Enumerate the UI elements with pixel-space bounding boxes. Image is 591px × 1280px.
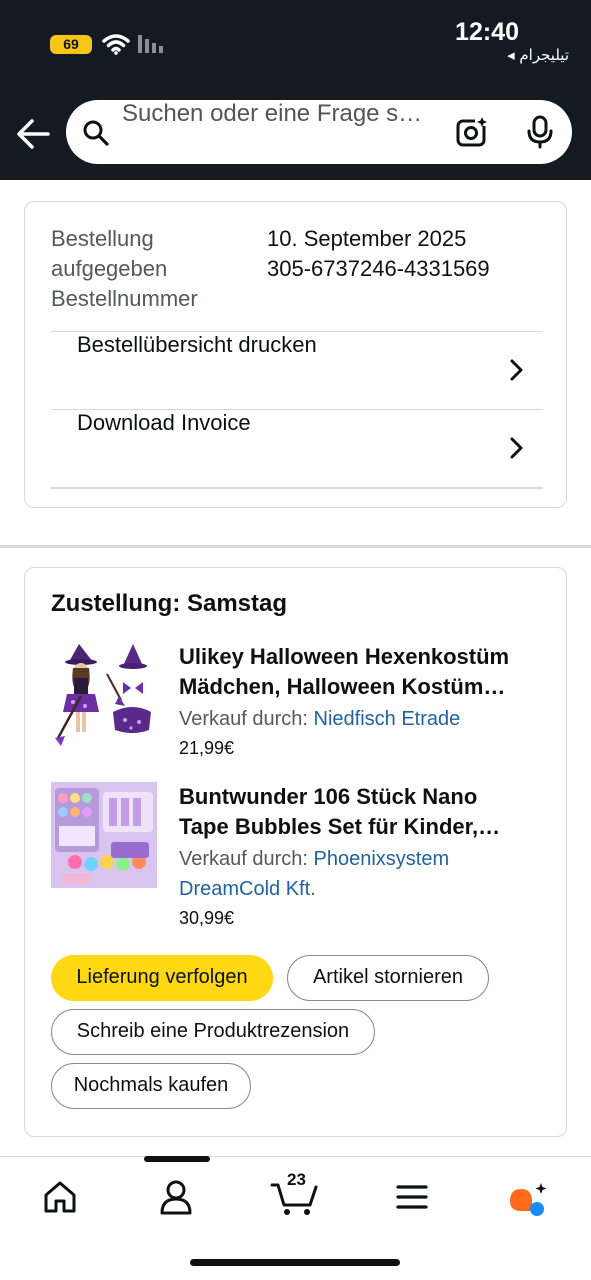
seller-prefix: Verkauf durch: (179, 848, 314, 870)
wifi-icon (102, 34, 130, 55)
search-icon (83, 120, 109, 146)
menu-icon[interactable] (392, 1177, 432, 1217)
seller-link[interactable]: DreamCold Kft. (179, 878, 316, 900)
cancel-items-button[interactable]: Artikel stornieren (287, 955, 489, 1001)
seller-prefix: Verkauf durch: (179, 708, 314, 730)
back-button[interactable] (14, 112, 54, 156)
section-separator (0, 545, 591, 548)
seller-line: Verkauf durch: Niedfisch Etrade (179, 704, 559, 734)
seller-link[interactable]: Phoenixsystem (314, 848, 450, 870)
order-date: 10. September 2025 (267, 226, 467, 251)
order-labels: Bestellung aufgegeben Bestellnummer (51, 224, 198, 314)
buy-again-button[interactable]: Nochmals kaufen (51, 1063, 251, 1109)
active-tab-indicator (144, 1156, 210, 1162)
order-label-line: Bestellnummer (51, 286, 198, 311)
rufus-assistant-icon[interactable] (508, 1177, 548, 1217)
battery-indicator: 69 (44, 35, 92, 54)
app-header: 69 12:40 ◂ تيليجرام Suchen oder eine Fra… (0, 0, 591, 180)
product-title[interactable]: Mädchen, Halloween Kostüm… (179, 672, 559, 702)
order-label-line: aufgegeben (51, 256, 168, 281)
account-icon[interactable] (156, 1177, 196, 1217)
seller-link[interactable]: Niedfisch Etrade (314, 708, 461, 730)
tape-bubbles-set-illustration (51, 782, 157, 888)
product-info-1: Ulikey Halloween Hexenkostüm Mädchen, Ha… (179, 642, 559, 759)
row-label: Bestellübersicht drucken (77, 332, 317, 357)
home-indicator-bar (190, 1259, 400, 1266)
row-label: Download Invoice (77, 410, 251, 435)
home-icon[interactable] (40, 1177, 80, 1217)
status-time: 12:40 (455, 18, 519, 46)
search-input[interactable]: Suchen oder eine Frage s… (122, 100, 442, 164)
chevron-right-icon (510, 359, 523, 381)
arrow-left-icon (17, 119, 50, 149)
product-price: 30,99€ (179, 908, 235, 928)
download-invoice-row[interactable]: Download Invoice (51, 409, 543, 487)
divider (51, 487, 543, 489)
product-info-2: Buntwunder 106 Stück Nano Tape Bubbles S… (179, 782, 559, 929)
camera-search-icon[interactable] (456, 116, 490, 148)
product-price: 21,99€ (179, 738, 235, 758)
search-bar[interactable]: Suchen oder eine Frage s… (66, 100, 572, 164)
order-values: 10. September 2025 305-6737246-4331569 (267, 224, 490, 284)
order-info-card: Bestellung aufgegeben Bestellnummer 10. … (24, 201, 567, 508)
product-image-witch-costume[interactable] (51, 640, 157, 748)
cart-button[interactable]: 23 (270, 1167, 322, 1219)
track-delivery-button[interactable]: Lieferung verfolgen (51, 955, 273, 1001)
seller-line: Verkauf durch: Phoenixsystem (179, 844, 559, 874)
product-image-tape-bubbles[interactable] (51, 782, 157, 888)
chevron-right-icon (510, 437, 523, 459)
order-number: 305-6737246-4331569 (267, 256, 490, 281)
product-title[interactable]: Ulikey Halloween Hexenkostüm (179, 642, 559, 672)
delivery-card: Zustellung: Samstag Ulikey Halloween Hex… (24, 567, 567, 1137)
product-title[interactable]: Buntwunder 106 Stück Nano (179, 782, 559, 812)
seller-line: DreamCold Kft. (179, 874, 559, 904)
order-label-line: Bestellung (51, 226, 154, 251)
product-title[interactable]: Tape Bubbles Set für Kinder,… (179, 812, 559, 842)
cellular-signal-icon (138, 35, 163, 53)
print-order-summary-row[interactable]: Bestellübersicht drucken (51, 331, 543, 409)
back-to-app-link[interactable]: ◂ تيليجرام (507, 46, 569, 64)
witch-costume-illustration (51, 640, 157, 748)
microphone-icon[interactable] (526, 115, 554, 149)
write-review-button[interactable]: Schreib eine Produktrezension (51, 1009, 375, 1055)
delivery-heading: Zustellung: Samstag (51, 590, 288, 617)
cart-count-badge: 23 (287, 1170, 306, 1189)
